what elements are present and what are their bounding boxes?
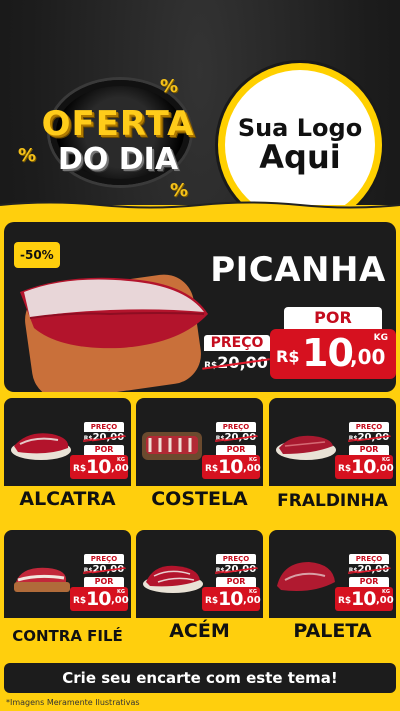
price-integer: 10 bbox=[351, 456, 376, 478]
price-currency: R$ bbox=[338, 596, 352, 606]
create-flyer-button[interactable]: Crie seu encarte com este tema! bbox=[4, 663, 396, 693]
new-price: R$ 10 ,00 KG bbox=[335, 455, 394, 479]
badge-title-line2: DO DIA bbox=[57, 142, 179, 177]
old-price-value: 20,00 bbox=[217, 353, 268, 372]
flyer-page: OFERTA DO DIA % % % Sua Logo Aqui -50% P… bbox=[0, 0, 400, 711]
por-label: POR bbox=[216, 577, 256, 587]
old-price: R$20,00 bbox=[347, 432, 391, 443]
por-label: POR bbox=[84, 577, 124, 587]
old-price-value: 20,00 bbox=[357, 564, 390, 575]
old-price: R$20,00 bbox=[347, 564, 391, 575]
price-decimal: ,00 bbox=[243, 463, 261, 474]
preco-label: PREÇO bbox=[84, 422, 124, 432]
old-price: R$20,00 bbox=[82, 432, 126, 443]
percent-icon: % bbox=[18, 145, 37, 166]
product-name: FRALDINHA bbox=[277, 491, 388, 511]
old-price: R$20,00 bbox=[202, 353, 270, 372]
price-currency: R$ bbox=[73, 596, 87, 606]
price-integer: 10 bbox=[218, 588, 243, 610]
product-name: PALETA bbox=[293, 620, 372, 642]
product-name: CONTRA FILÉ bbox=[12, 627, 123, 645]
logo-text-line2: Aqui bbox=[259, 137, 341, 176]
price-decimal: ,00 bbox=[111, 595, 129, 606]
price-unit: KG bbox=[117, 457, 125, 463]
picanha-image bbox=[20, 277, 208, 349]
price-currency: R$ bbox=[73, 464, 87, 474]
new-price: R$ 10 ,00 KG bbox=[70, 587, 129, 611]
price-integer: 10 bbox=[86, 588, 111, 610]
price-integer: 10 bbox=[302, 331, 354, 375]
price-unit: KG bbox=[117, 589, 125, 595]
old-price-value: 20,00 bbox=[357, 432, 390, 443]
preco-label: PREÇO bbox=[349, 554, 389, 564]
price-unit: KG bbox=[382, 589, 390, 595]
preco-label: PREÇO bbox=[216, 422, 256, 432]
old-price-value: 20,00 bbox=[92, 564, 125, 575]
preco-label: PREÇO bbox=[216, 554, 256, 564]
price-integer: 10 bbox=[86, 456, 111, 478]
featured-product-card[interactable]: -50% PICANHA POR PREÇO R$20,00 R$ 10 ,00… bbox=[4, 222, 396, 392]
product-name: COSTELA bbox=[151, 488, 248, 510]
product-card-acem[interactable]: PREÇO R$20,00 POR R$ 10 ,00 KG ACÉM bbox=[136, 530, 263, 657]
price-decimal: ,00 bbox=[376, 595, 394, 606]
old-price: R$20,00 bbox=[82, 564, 126, 575]
old-price-currency: R$ bbox=[204, 361, 218, 371]
old-price-value: 20,00 bbox=[224, 432, 257, 443]
header: OFERTA DO DIA % % % Sua Logo Aqui bbox=[0, 0, 400, 220]
product-card-alcatra[interactable]: PREÇO R$20,00 POR R$ 10 ,00 KG ALCATRA bbox=[4, 398, 131, 525]
wave-divider bbox=[0, 201, 400, 218]
old-price-value: 20,00 bbox=[224, 564, 257, 575]
new-price: R$ 10 ,00 KG bbox=[70, 455, 129, 479]
product-name: ALCATRA bbox=[19, 488, 116, 510]
price-currency: R$ bbox=[276, 347, 300, 366]
price-currency: R$ bbox=[205, 464, 219, 474]
acem-image bbox=[143, 565, 203, 593]
price-integer: 10 bbox=[351, 588, 376, 610]
por-label: POR bbox=[349, 445, 389, 455]
price-unit: KG bbox=[249, 589, 257, 595]
fraldinha-image bbox=[276, 435, 336, 460]
percent-icon: % bbox=[160, 76, 179, 97]
price-unit: KG bbox=[382, 457, 390, 463]
preco-label: PREÇO bbox=[84, 554, 124, 564]
new-price: R$ 10 ,00 KG bbox=[270, 329, 396, 379]
old-price-value: 20,00 bbox=[92, 432, 125, 443]
por-label: POR bbox=[216, 445, 256, 455]
price-decimal: ,00 bbox=[243, 595, 261, 606]
preco-label: PREÇO bbox=[204, 335, 270, 351]
contra-file-image bbox=[14, 567, 70, 592]
price-decimal: ,00 bbox=[350, 345, 386, 369]
alcatra-image bbox=[11, 433, 71, 460]
price-currency: R$ bbox=[205, 596, 219, 606]
por-label: POR bbox=[84, 445, 124, 455]
product-card-paleta[interactable]: PREÇO R$20,00 POR R$ 10 ,00 KG PALETA bbox=[269, 530, 396, 657]
price-decimal: ,00 bbox=[376, 463, 394, 474]
old-price: R$20,00 bbox=[214, 564, 258, 575]
price-decimal: ,00 bbox=[111, 463, 129, 474]
old-price: R$20,00 bbox=[214, 432, 258, 443]
product-name: ACÉM bbox=[169, 620, 230, 642]
por-label: POR bbox=[284, 307, 382, 329]
new-price: R$ 10 ,00 KG bbox=[202, 455, 261, 479]
disclaimer-note: *Imagens Meramente Ilustrativas bbox=[6, 698, 140, 707]
preco-label: PREÇO bbox=[349, 422, 389, 432]
price-currency: R$ bbox=[338, 464, 352, 474]
paleta-image bbox=[277, 562, 335, 591]
price-unit: KG bbox=[249, 457, 257, 463]
product-card-costela[interactable]: PREÇO R$20,00 POR R$ 10 ,00 KG COSTELA bbox=[136, 398, 263, 525]
por-label: POR bbox=[349, 577, 389, 587]
badge-title-line1: OFERTA bbox=[41, 104, 195, 144]
featured-product-name: PICANHA bbox=[210, 250, 386, 290]
new-price: R$ 10 ,00 KG bbox=[335, 587, 394, 611]
costela-image bbox=[142, 432, 202, 460]
new-price: R$ 10 ,00 KG bbox=[202, 587, 261, 611]
discount-tag: -50% bbox=[14, 242, 60, 268]
product-card-contra-file[interactable]: PREÇO R$20,00 POR R$ 10 ,00 KG CONTRA FI… bbox=[4, 530, 131, 657]
price-integer: 10 bbox=[218, 456, 243, 478]
price-unit: KG bbox=[373, 333, 388, 343]
product-card-fraldinha[interactable]: PREÇO R$20,00 POR R$ 10 ,00 KG FRALDINHA bbox=[269, 398, 396, 525]
